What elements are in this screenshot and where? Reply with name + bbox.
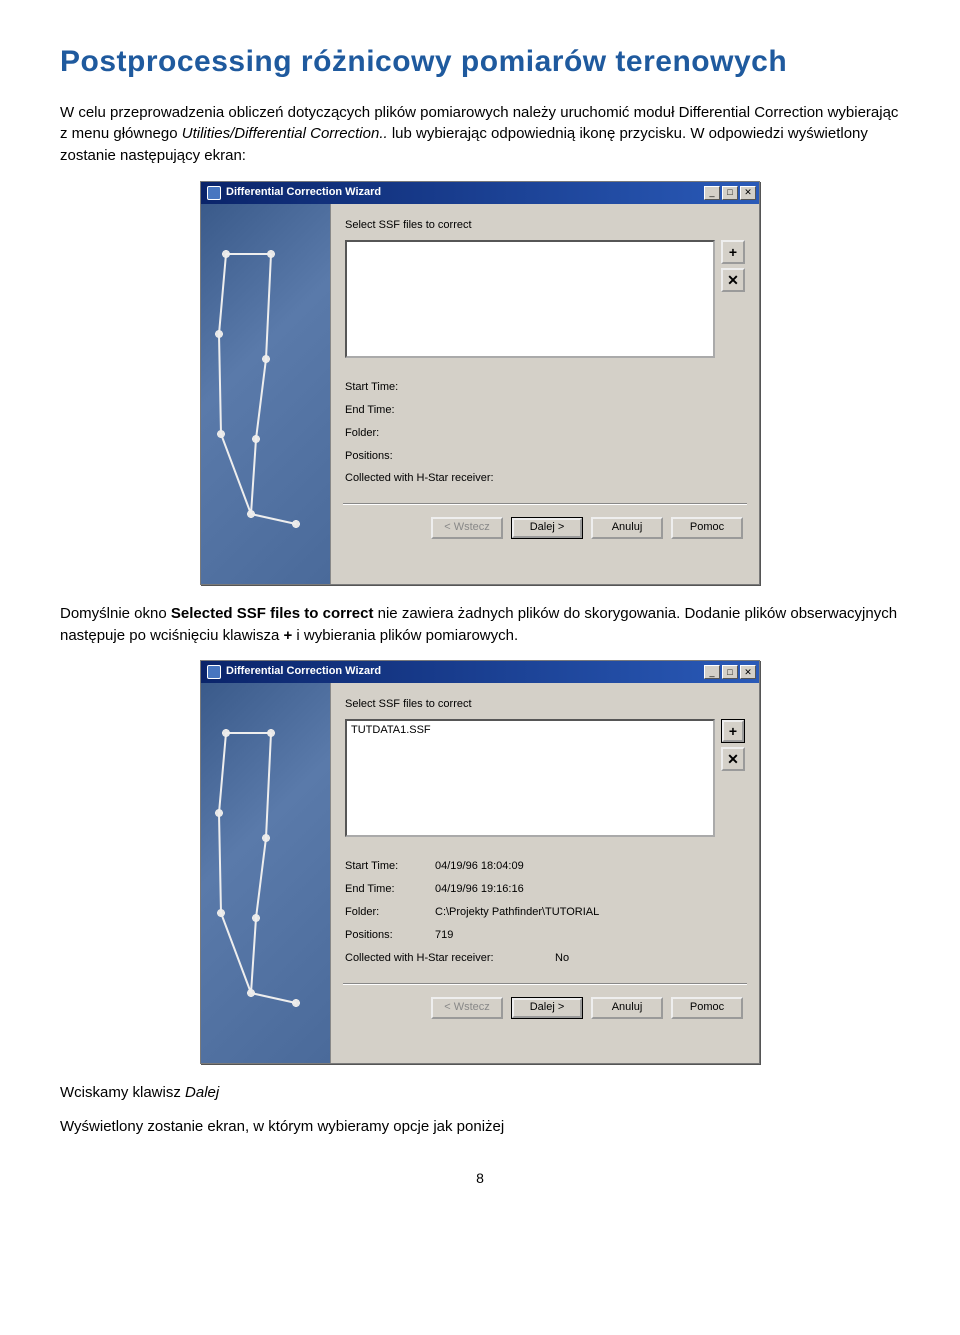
wizard-window-filled: Differential Correction Wizard _ □ ✕ Sel… <box>200 660 760 1064</box>
divider <box>343 503 747 505</box>
maximize-button[interactable]: □ <box>722 186 738 200</box>
page-number: 8 <box>60 1168 900 1188</box>
remove-file-button[interactable]: ✕ <box>721 747 745 771</box>
help-button[interactable]: Pomoc <box>671 997 743 1019</box>
next-button[interactable]: Dalej > <box>511 997 583 1019</box>
end-time-label: End Time: <box>345 403 425 419</box>
file-list[interactable] <box>345 240 715 358</box>
window-title: Differential Correction Wizard <box>226 664 381 680</box>
folder-label: Folder: <box>345 905 425 921</box>
select-files-label: Select SSF files to correct <box>345 697 745 713</box>
window-name: Selected SSF files to correct <box>171 605 374 622</box>
positions-label: Positions: <box>345 449 425 465</box>
folder-label: Folder: <box>345 426 425 442</box>
back-button[interactable]: < Wstecz <box>431 997 503 1019</box>
minimize-button[interactable]: _ <box>704 665 720 679</box>
next-button[interactable]: Dalej > <box>511 517 583 539</box>
wizard-sidebar-graphic <box>201 683 331 1063</box>
positions-label: Positions: <box>345 928 425 944</box>
window-title: Differential Correction Wizard <box>226 185 381 201</box>
text: Domyślnie okno <box>60 605 171 622</box>
app-icon <box>207 186 221 200</box>
menu-path: Utilities/Differential Correction.. <box>182 125 388 142</box>
end-time-value <box>425 403 745 419</box>
positions-value: 719 <box>425 928 745 944</box>
close-button[interactable]: ✕ <box>740 665 756 679</box>
folder-value: C:\Projekty Pathfinder\TUTORIAL <box>425 905 745 921</box>
remove-file-button[interactable]: ✕ <box>721 268 745 292</box>
page-title: Postprocessing różnicowy pomiarów tereno… <box>60 40 900 84</box>
close-button[interactable]: ✕ <box>740 186 756 200</box>
file-list[interactable]: TUTDATA1.SSF <box>345 719 715 837</box>
text: i wybierania plików pomiarowych. <box>292 627 518 644</box>
start-time-value <box>425 380 745 396</box>
hstar-label: Collected with H-Star receiver: <box>345 471 525 487</box>
select-files-label: Select SSF files to correct <box>345 218 745 234</box>
final-paragraph: Wyświetlony zostanie ekran, w którym wyb… <box>60 1116 900 1138</box>
titlebar: Differential Correction Wizard _ □ ✕ <box>201 661 759 683</box>
text: Wciskamy klawisz <box>60 1084 185 1101</box>
intro-paragraph: W celu przeprowadzenia obliczeń dotycząc… <box>60 102 900 167</box>
positions-value <box>425 449 745 465</box>
press-next-paragraph: Wciskamy klawisz Dalej <box>60 1082 900 1104</box>
wizard-sidebar-graphic <box>201 204 331 584</box>
app-icon <box>207 665 221 679</box>
add-file-button[interactable]: + <box>721 240 745 264</box>
plus-key: + <box>283 627 292 644</box>
hstar-value: No <box>525 951 569 967</box>
minimize-button[interactable]: _ <box>704 186 720 200</box>
end-time-label: End Time: <box>345 882 425 898</box>
cancel-button[interactable]: Anuluj <box>591 517 663 539</box>
back-button[interactable]: < Wstecz <box>431 517 503 539</box>
x-icon: ✕ <box>727 270 739 290</box>
hstar-value <box>525 471 555 487</box>
help-button[interactable]: Pomoc <box>671 517 743 539</box>
plus-icon: + <box>722 720 744 742</box>
divider <box>343 983 747 985</box>
titlebar: Differential Correction Wizard _ □ ✕ <box>201 182 759 204</box>
wizard-window-empty: Differential Correction Wizard _ □ ✕ Sel… <box>200 181 760 585</box>
start-time-label: Start Time: <box>345 859 425 875</box>
end-time-value: 04/19/96 19:16:16 <box>425 882 745 898</box>
start-time-value: 04/19/96 18:04:09 <box>425 859 745 875</box>
maximize-button[interactable]: □ <box>722 665 738 679</box>
next-key: Dalej <box>185 1084 219 1101</box>
middle-paragraph: Domyślnie okno Selected SSF files to cor… <box>60 603 900 647</box>
add-file-button[interactable]: + <box>721 719 745 743</box>
cancel-button[interactable]: Anuluj <box>591 997 663 1019</box>
plus-icon: + <box>729 242 737 262</box>
hstar-label: Collected with H-Star receiver: <box>345 951 525 967</box>
start-time-label: Start Time: <box>345 380 425 396</box>
x-icon: ✕ <box>727 749 739 769</box>
folder-value <box>425 426 745 442</box>
